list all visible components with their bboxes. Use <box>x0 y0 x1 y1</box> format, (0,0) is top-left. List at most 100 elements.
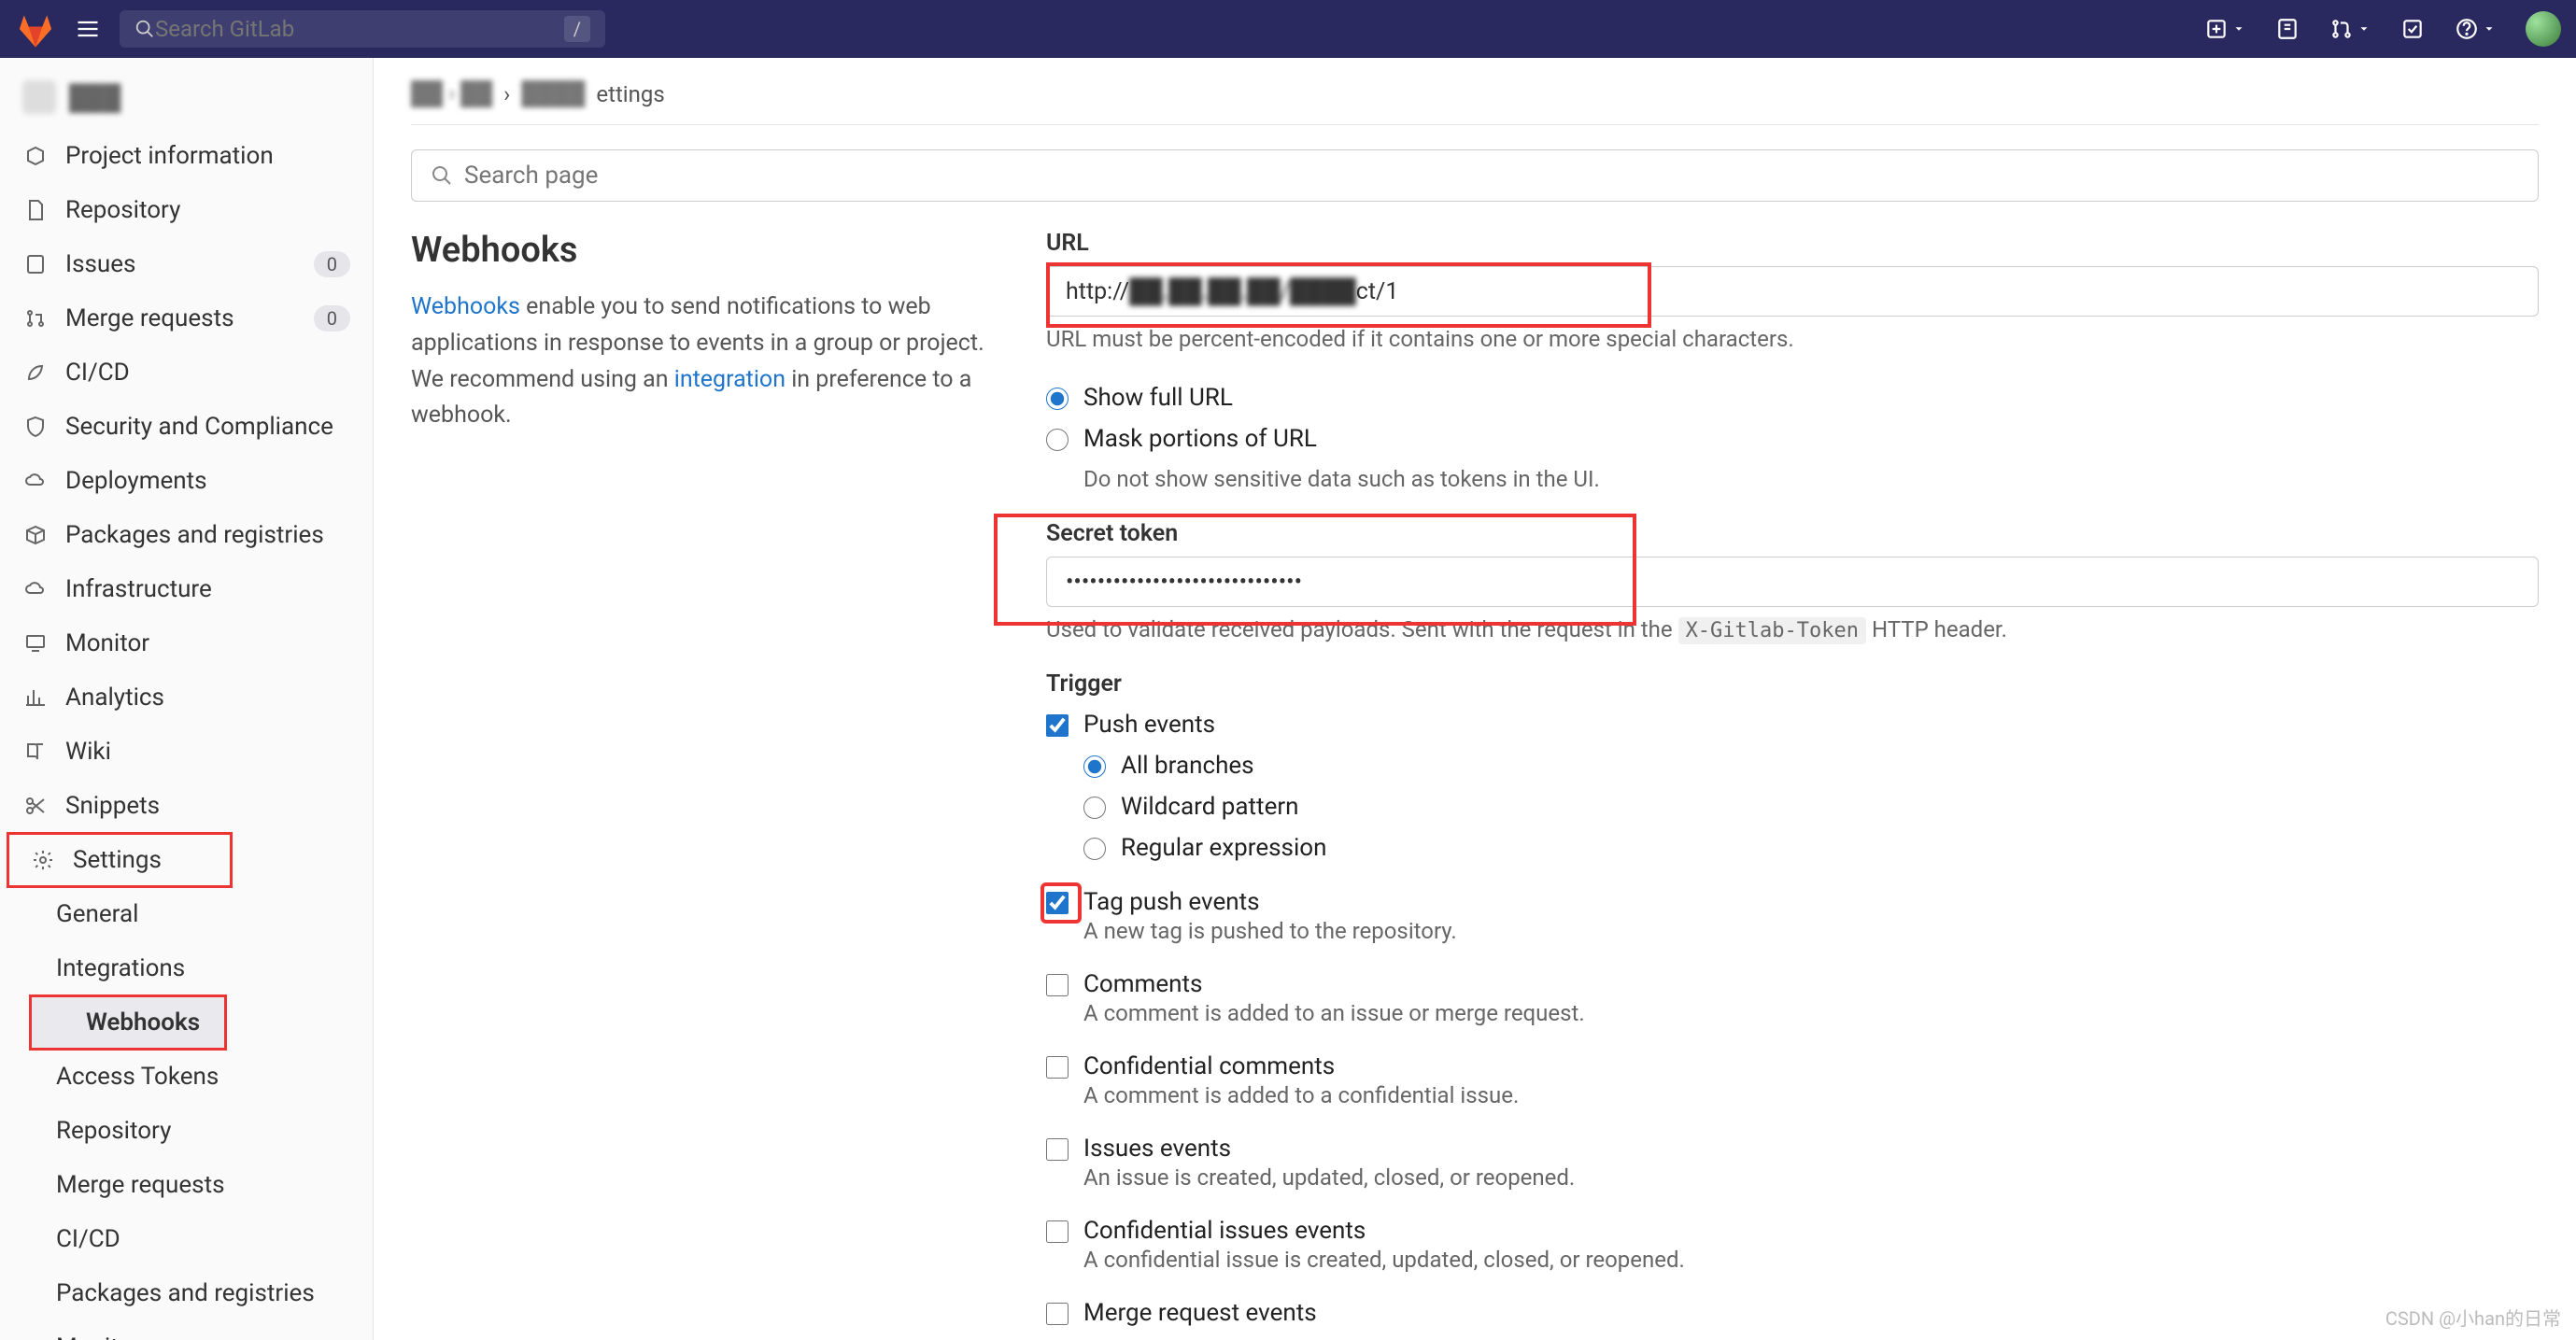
radio-mask-url[interactable]: Mask portions of URL <box>1046 421 2539 457</box>
integration-link[interactable]: integration <box>674 366 786 393</box>
search-icon <box>431 164 453 187</box>
merge-requests-icon[interactable] <box>2329 17 2371 41</box>
sidebar-item-project-info[interactable]: Project information <box>0 129 373 183</box>
sidebar-item-label: Security and Compliance <box>65 413 333 441</box>
merge-icon <box>22 305 49 331</box>
sidebar-item-label: Issues <box>65 250 135 278</box>
secret-label: Secret token <box>1046 520 2539 547</box>
sidebar-item-label: Wiki <box>65 738 111 766</box>
user-avatar[interactable] <box>2526 11 2561 47</box>
scissors-icon <box>22 793 49 819</box>
count-badge: 0 <box>314 305 350 331</box>
breadcrumb: ██ › ██ › ████ettings <box>411 58 2539 125</box>
main-content: ██ › ██ › ████ettings Webhooks Webhooks … <box>374 58 2576 1340</box>
check-conf-issues[interactable]: Confidential issues eventsA confidential… <box>1046 1213 2539 1277</box>
cloud-icon <box>22 576 49 602</box>
settings-search[interactable] <box>411 149 2539 202</box>
gear-icon <box>30 847 56 873</box>
secret-help: Used to validate received payloads. Sent… <box>1046 616 2539 642</box>
project-sidebar: ███ Project information Repository Issue… <box>0 58 374 1340</box>
sidebar-item-infra[interactable]: Infrastructure <box>0 562 373 616</box>
package-icon <box>22 522 49 548</box>
search-input[interactable] <box>155 16 564 42</box>
check-conf-comments[interactable]: Confidential commentsA comment is added … <box>1046 1049 2539 1112</box>
file-icon <box>22 197 49 223</box>
sidebar-item-cicd[interactable]: CI/CD <box>0 346 373 400</box>
sidebar-item-snippets[interactable]: Snippets <box>0 779 373 833</box>
webhooks-link[interactable]: Webhooks <box>411 293 520 320</box>
todos-icon[interactable] <box>2400 17 2425 41</box>
sidebar-item-merge-requests[interactable]: Merge requests 0 <box>0 291 373 346</box>
project-header[interactable]: ███ <box>0 73 373 129</box>
gitlab-logo-icon[interactable] <box>15 8 56 49</box>
sidebar-item-label: Snippets <box>65 792 160 820</box>
url-label: URL <box>1046 230 2539 257</box>
sidebar-sub-cicd[interactable]: CI/CD <box>0 1212 373 1266</box>
shield-icon <box>22 414 49 440</box>
rocket-icon <box>22 360 49 386</box>
sidebar-sub-general[interactable]: General <box>0 887 373 941</box>
sidebar-item-deployments[interactable]: Deployments <box>0 454 373 508</box>
global-search[interactable]: / <box>120 10 605 48</box>
sidebar-item-packages[interactable]: Packages and registries <box>0 508 373 562</box>
mask-help: Do not show sensitive data such as token… <box>1046 466 2539 492</box>
breadcrumb-segment[interactable]: ettings <box>596 81 664 107</box>
sidebar-item-label: Infrastructure <box>65 575 212 603</box>
section-description: Webhooks Webhooks enable you to send not… <box>411 230 990 1340</box>
sidebar-sub-packages[interactable]: Packages and registries <box>0 1266 373 1320</box>
sidebar-sub-webhooks[interactable]: Webhooks <box>30 995 226 1050</box>
hamburger-icon[interactable] <box>75 16 101 42</box>
monitor-icon <box>22 630 49 656</box>
check-issues[interactable]: Issues eventsAn issue is created, update… <box>1046 1131 2539 1194</box>
sidebar-item-label: Project information <box>65 142 274 170</box>
radio-regex[interactable]: Regular expression <box>1083 830 2539 866</box>
cloud-icon <box>22 468 49 494</box>
project-avatar <box>22 80 56 114</box>
sidebar-item-label: Settings <box>73 846 162 874</box>
check-tag-push[interactable]: Tag push eventsA new tag is pushed to th… <box>1046 884 2539 948</box>
sidebar-item-analytics[interactable]: Analytics <box>0 670 373 725</box>
check-comments[interactable]: CommentsA comment is added to an issue o… <box>1046 966 2539 1030</box>
settings-search-input[interactable] <box>464 162 2519 190</box>
radio-all-branches[interactable]: All branches <box>1083 748 2539 783</box>
sidebar-item-monitor[interactable]: Monitor <box>0 616 373 670</box>
sidebar-item-label: Monitor <box>65 629 149 657</box>
sidebar-item-security[interactable]: Security and Compliance <box>0 400 373 454</box>
sidebar-item-wiki[interactable]: Wiki <box>0 725 373 779</box>
info-icon <box>22 143 49 169</box>
watermark: CSDN @小han的日常 <box>2385 1304 2561 1331</box>
sidebar-sub-monitor[interactable]: Monitor <box>0 1320 373 1340</box>
sidebar-item-label: Repository <box>65 196 180 224</box>
sidebar-item-label: Deployments <box>65 467 207 495</box>
sidebar-item-label: Merge requests <box>65 304 234 332</box>
trigger-label: Trigger <box>1046 670 2539 698</box>
webhook-form: URL http://██.██.██.██/████ct/1 URL must… <box>1046 230 2539 1340</box>
chart-icon <box>22 684 49 711</box>
book-icon <box>22 739 49 765</box>
sidebar-sub-merge-requests[interactable]: Merge requests <box>0 1158 373 1212</box>
sidebar-item-settings[interactable]: Settings <box>7 833 232 887</box>
help-icon[interactable] <box>2455 17 2496 41</box>
issues-icon <box>22 251 49 277</box>
sidebar-sub-integrations[interactable]: Integrations <box>0 941 373 995</box>
sidebar-item-issues[interactable]: Issues 0 <box>0 237 373 291</box>
issues-icon[interactable] <box>2275 17 2300 41</box>
check-push-events[interactable]: Push events <box>1046 707 2539 742</box>
plus-icon[interactable] <box>2204 17 2245 41</box>
breadcrumb-segment[interactable]: ██ › ██ <box>411 80 492 107</box>
project-name: ███ <box>69 83 120 112</box>
breadcrumb-segment[interactable]: ████ <box>521 80 585 107</box>
header-code: X-Gitlab-Token <box>1678 617 1866 644</box>
topbar-actions <box>2204 11 2561 47</box>
sidebar-sub-repository[interactable]: Repository <box>0 1104 373 1158</box>
secret-token-input[interactable] <box>1046 557 2539 607</box>
page-title: Webhooks <box>411 230 990 271</box>
radio-show-full-url[interactable]: Show full URL <box>1046 380 2539 416</box>
check-mr[interactable]: Merge request events <box>1046 1295 2539 1331</box>
sidebar-sub-access-tokens[interactable]: Access Tokens <box>0 1050 373 1104</box>
sidebar-item-repository[interactable]: Repository <box>0 183 373 237</box>
url-input[interactable]: http://██.██.██.██/████ct/1 <box>1046 266 2539 317</box>
radio-wildcard[interactable]: Wildcard pattern <box>1083 789 2539 825</box>
count-badge: 0 <box>314 251 350 277</box>
search-shortcut: / <box>564 16 590 42</box>
